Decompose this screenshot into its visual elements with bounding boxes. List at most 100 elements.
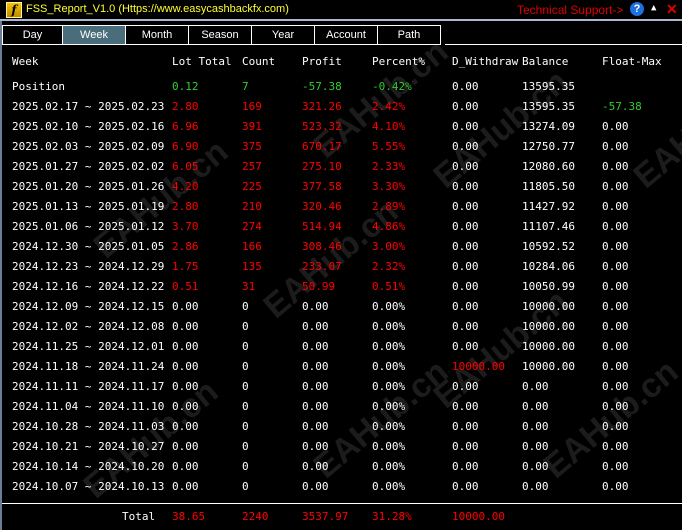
- cell-percent: 0.00%: [372, 380, 406, 393]
- cell-float-max: 0.00: [602, 280, 629, 293]
- cell-balance: 0.00: [522, 420, 549, 433]
- cell-lot-total: 0.51: [172, 280, 199, 293]
- cell-lot-total: 2.86: [172, 240, 199, 253]
- tab-year[interactable]: Year: [252, 25, 315, 45]
- cell-week: 2024.12.02 ~ 2024.12.08: [12, 320, 165, 333]
- cell-profit: 0.00: [302, 460, 329, 473]
- cell-percent: 0.00%: [372, 340, 406, 353]
- cell-count: 31: [242, 280, 256, 293]
- cell-balance: 11805.50: [522, 180, 575, 193]
- cell-float-max: 0.00: [602, 460, 629, 473]
- cell-week: 2025.02.17 ~ 2025.02.23: [12, 100, 165, 113]
- cell-float-max: 0.00: [602, 260, 629, 273]
- cell-percent: 2.32%: [372, 260, 406, 273]
- cell-float-max: 0.00: [602, 340, 629, 353]
- cell-lot-total: 0.00: [172, 380, 199, 393]
- column-header-profit[interactable]: Profit: [302, 55, 342, 68]
- cell-balance: 0.00: [522, 460, 549, 473]
- cell-week: 2024.12.23 ~ 2024.12.29: [12, 260, 165, 273]
- cell-count: 210: [242, 200, 262, 213]
- cell-profit: -57.38: [302, 80, 342, 93]
- technical-support-link[interactable]: Technical Support->: [517, 3, 623, 17]
- cell-profit: 377.58: [302, 180, 342, 193]
- cell-balance: 10284.06: [522, 260, 575, 273]
- cell-float-max: 0.00: [602, 120, 629, 133]
- cell-week: 2025.02.10 ~ 2025.02.16: [12, 120, 165, 133]
- cell-lot-total: 0.00: [172, 340, 199, 353]
- cell-profit: 0.00: [302, 360, 329, 373]
- cell-percent: 31.28%: [372, 510, 412, 523]
- help-icon[interactable]: ?: [630, 2, 644, 16]
- cell-week: 2024.11.25 ~ 2024.12.01: [12, 340, 165, 353]
- cell-profit: 233.07: [302, 260, 342, 273]
- cell-profit: 0.00: [302, 340, 329, 353]
- cell-profit: 308.46: [302, 240, 342, 253]
- cell-balance: 12750.77: [522, 140, 575, 153]
- cell-d-withdraw: 0.00: [452, 120, 479, 133]
- cell-balance: 13274.09: [522, 120, 575, 133]
- tab-month[interactable]: Month: [126, 25, 189, 45]
- cell-d-withdraw: 0.00: [452, 280, 479, 293]
- cell-float-max: 0.00: [602, 180, 629, 193]
- cell-balance: 11107.46: [522, 220, 575, 233]
- tab-account[interactable]: Account: [315, 25, 378, 45]
- cell-lot-total: 2.80: [172, 200, 199, 213]
- cell-balance: 10000.00: [522, 360, 575, 373]
- cell-balance: 10592.52: [522, 240, 575, 253]
- cell-percent: 0.00%: [372, 440, 406, 453]
- column-header-week[interactable]: Week: [12, 55, 39, 68]
- cell-week: 2025.01.06 ~ 2025.01.12: [12, 220, 165, 233]
- cell-float-max: 0.00: [602, 140, 629, 153]
- tab-week[interactable]: Week: [63, 25, 126, 45]
- cell-d-withdraw: 0.00: [452, 400, 479, 413]
- cell-count: 135: [242, 260, 262, 273]
- cell-profit: 275.10: [302, 160, 342, 173]
- close-icon[interactable]: ✕: [666, 1, 678, 18]
- cell-profit: 3537.97: [302, 510, 349, 523]
- cell-profit: 523.32: [302, 120, 342, 133]
- cell-week: 2024.11.11 ~ 2024.11.17: [12, 380, 165, 393]
- title-bar[interactable]: f FSS_Report_V1.0 (Https://www.easycashb…: [0, 0, 682, 19]
- column-header-d-withdraw[interactable]: D_Withdraw: [452, 55, 518, 68]
- cell-count: 375: [242, 140, 262, 153]
- cell-d-withdraw: 0.00: [452, 460, 479, 473]
- cell-lot-total: 0.00: [172, 440, 199, 453]
- cell-d-withdraw: 0.00: [452, 440, 479, 453]
- cell-balance: 0.00: [522, 380, 549, 393]
- column-header-lot-total[interactable]: Lot Total: [172, 55, 232, 68]
- cell-lot-total: 38.65: [172, 510, 206, 523]
- cell-profit: 50.99: [302, 280, 336, 293]
- cell-d-withdraw: 0.00: [452, 480, 479, 493]
- cell-float-max: 0.00: [602, 300, 629, 313]
- cell-profit: 320.46: [302, 200, 342, 213]
- cell-week: 2024.12.16 ~ 2024.12.22: [12, 280, 165, 293]
- cell-week: 2025.01.13 ~ 2025.01.19: [12, 200, 165, 213]
- cell-profit: 0.00: [302, 300, 329, 313]
- cell-week: 2024.12.30 ~ 2025.01.05: [12, 240, 165, 253]
- column-header-balance[interactable]: Balance: [522, 55, 568, 68]
- tab-day[interactable]: Day: [2, 25, 63, 45]
- cell-lot-total: 0.00: [172, 320, 199, 333]
- tab-bar: Day Week Month Season Year Account Path: [2, 25, 441, 45]
- cell-float-max: 0.00: [602, 240, 629, 253]
- cell-balance: 12080.60: [522, 160, 575, 173]
- column-header-count[interactable]: Count: [242, 55, 275, 68]
- column-header-percent[interactable]: Percent%: [372, 55, 425, 68]
- minimize-icon[interactable]: ▲: [651, 3, 656, 13]
- cell-week: 2024.11.18 ~ 2024.11.24: [12, 360, 165, 373]
- cell-week: 2024.10.07 ~ 2024.10.13: [12, 480, 165, 493]
- cell-lot-total: 0.00: [172, 480, 199, 493]
- cell-float-max: 0.00: [602, 420, 629, 433]
- cell-percent: 0.00%: [372, 320, 406, 333]
- cell-d-withdraw: 0.00: [452, 420, 479, 433]
- divider: [0, 19, 682, 21]
- cell-count: 0: [242, 320, 249, 333]
- cell-count: 274: [242, 220, 262, 233]
- cell-percent: 0.00%: [372, 300, 406, 313]
- cell-percent: 2.89%: [372, 200, 406, 213]
- tab-season[interactable]: Season: [189, 25, 252, 45]
- cell-float-max: -57.38: [602, 100, 642, 113]
- cell-week: 2025.01.27 ~ 2025.02.02: [12, 160, 165, 173]
- column-header-float-max[interactable]: Float-Max: [602, 55, 662, 68]
- total-separator: [2, 503, 682, 504]
